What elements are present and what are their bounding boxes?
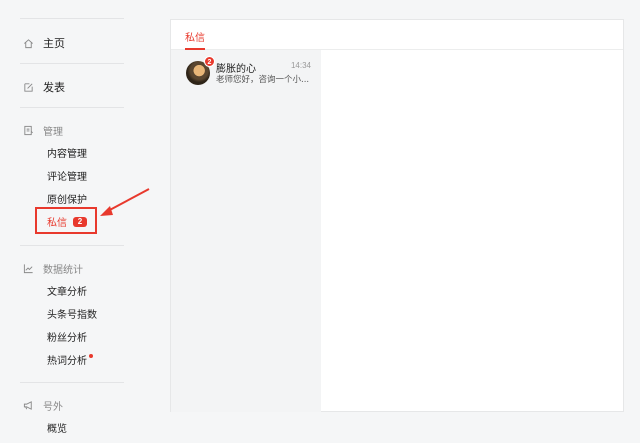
- divider: [20, 63, 124, 64]
- tab-bar: 私信: [171, 20, 623, 50]
- nav-group-stats-label: 数据统计: [43, 265, 83, 276]
- annotation-highlight-box: [35, 207, 97, 234]
- conversation-item[interactable]: 2 膨胀的心 14:34 老师您好，咨询一个小...: [171, 50, 321, 90]
- tab-messages[interactable]: 私信: [185, 29, 205, 44]
- nav-home[interactable]: 主页: [22, 35, 65, 51]
- sidebar-item-account-index[interactable]: 头条号指数: [47, 306, 97, 321]
- nav-publish-label: 发表: [43, 81, 65, 94]
- document-icon: [22, 125, 34, 137]
- divider: [20, 245, 124, 246]
- edit-icon: [22, 81, 34, 93]
- sidebar-item-hotword-label: 热词分析: [47, 356, 87, 367]
- nav-group-extra-label: 号外: [43, 402, 63, 413]
- megaphone-icon: [22, 400, 34, 412]
- nav-publish[interactable]: 发表: [22, 79, 65, 95]
- sidebar-item-content-manage[interactable]: 内容管理: [47, 145, 87, 160]
- sidebar: 主页 发表 管理 内容管理 评论管理 原创保护 私信 2 数据统计 文章分析 头…: [0, 0, 150, 443]
- messages-panel: 私信 2 膨胀的心 14:34 老师您好，咨询一个小...: [170, 19, 624, 412]
- new-dot-indicator: [89, 353, 93, 358]
- chart-icon: [22, 263, 34, 275]
- sidebar-item-fans-analysis[interactable]: 粉丝分析: [47, 329, 87, 344]
- conversation-list: 2 膨胀的心 14:34 老师您好，咨询一个小...: [171, 50, 321, 412]
- nav-group-extra[interactable]: 号外: [22, 398, 63, 413]
- divider: [20, 18, 124, 19]
- divider: [20, 382, 124, 383]
- sidebar-item-original-protect[interactable]: 原创保护: [47, 191, 87, 206]
- sidebar-item-overview[interactable]: 概览: [47, 420, 67, 435]
- divider: [20, 107, 124, 108]
- sidebar-item-hotword-analysis[interactable]: 热词分析: [47, 352, 93, 367]
- sidebar-item-comment-manage[interactable]: 评论管理: [47, 168, 87, 183]
- nav-group-manage-label: 管理: [43, 127, 63, 138]
- conversation-preview: 老师您好，咨询一个小...: [216, 75, 310, 85]
- sidebar-item-article-analysis[interactable]: 文章分析: [47, 283, 87, 298]
- nav-group-stats[interactable]: 数据统计: [22, 261, 83, 276]
- home-icon: [22, 37, 34, 49]
- conversation-time: 14:34: [290, 61, 311, 70]
- nav-group-manage[interactable]: 管理: [22, 123, 63, 138]
- unread-badge: 2: [204, 56, 215, 67]
- nav-home-label: 主页: [43, 37, 65, 50]
- annotation-arrow-icon: [100, 188, 150, 216]
